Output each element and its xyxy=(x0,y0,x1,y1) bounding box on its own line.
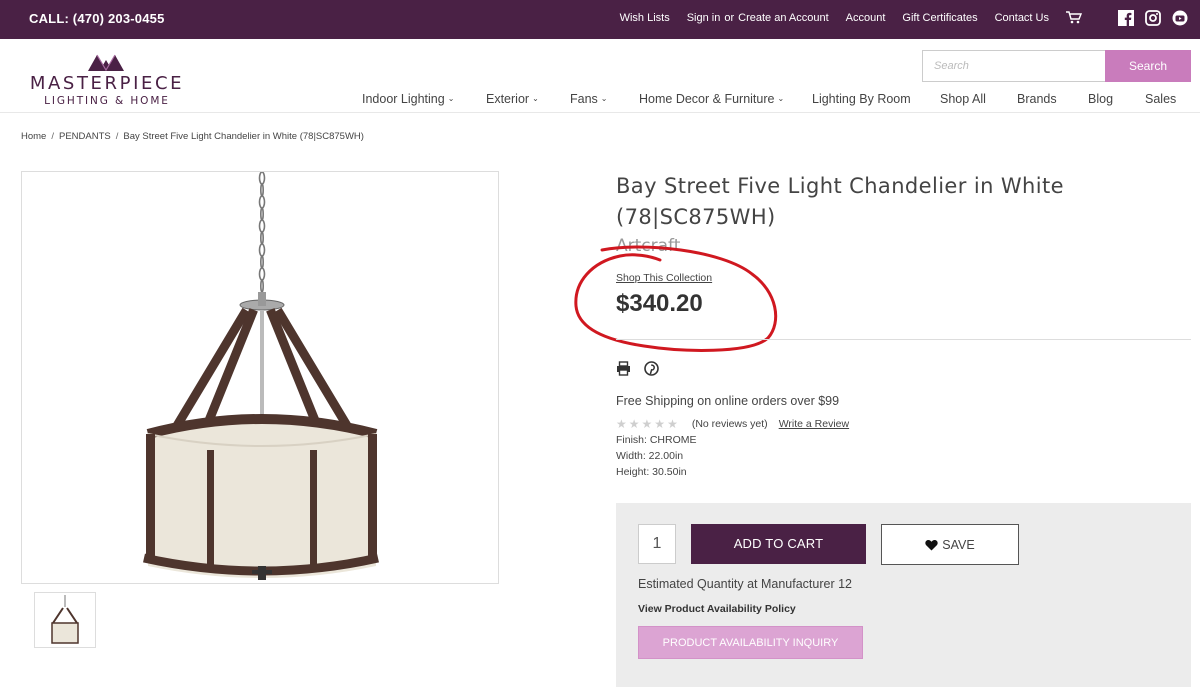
product-image[interactable] xyxy=(21,171,499,584)
review-count: (No reviews yet) xyxy=(691,418,768,430)
top-bar: CALL: (470) 203-0455 Wish Lists Sign in … xyxy=(0,0,1200,39)
breadcrumb-separator: / xyxy=(115,131,119,142)
breadcrumb-current: Bay Street Five Light Chandelier in Whit… xyxy=(123,131,364,142)
nav-label: Blog xyxy=(1088,92,1114,106)
nav-label: Home Decor & Furniture xyxy=(639,92,775,106)
nav-label: Fans xyxy=(570,92,598,106)
facebook-icon[interactable] xyxy=(1117,9,1134,26)
youtube-icon[interactable] xyxy=(1171,9,1188,26)
product-title: Bay Street Five Light Chandelier in Whit… xyxy=(616,171,1136,233)
nav-label: Lighting By Room xyxy=(812,92,911,106)
rating-row: ★ ★ ★ ★ ★ (No reviews yet) Write a Revie… xyxy=(616,418,849,430)
share-icons xyxy=(616,361,672,376)
shipping-info: Free Shipping on online orders over $99 xyxy=(616,394,840,408)
nav-label: Shop All xyxy=(940,92,986,106)
nav-fans[interactable]: Fans ⌄ xyxy=(570,92,608,106)
breadcrumb-category[interactable]: PENDANTS xyxy=(59,131,111,142)
spec-height: Height: 30.50in xyxy=(616,466,687,478)
main-nav: Indoor Lighting ⌄ Exterior ⌄ Fans ⌄ Home De… xyxy=(0,92,1200,108)
contact-us-link[interactable]: Contact Us xyxy=(995,12,1049,24)
top-links: Wish Lists Sign in or Create an Account … xyxy=(603,11,1082,24)
create-account-link[interactable]: Create an Account xyxy=(738,12,829,24)
chevron-down-icon: ⌄ xyxy=(532,94,539,103)
heart-icon xyxy=(925,539,938,550)
nav-home-decor[interactable]: Home Decor & Furniture ⌄ xyxy=(639,92,784,106)
wish-lists-link[interactable]: Wish Lists xyxy=(620,12,670,24)
header-divider xyxy=(0,112,1200,113)
nav-label: Brands xyxy=(1017,92,1057,106)
chevron-down-icon: ⌄ xyxy=(777,94,785,103)
cart-icon[interactable] xyxy=(1066,11,1082,24)
nav-brands[interactable]: Brands xyxy=(1017,92,1057,106)
pinterest-icon[interactable] xyxy=(644,361,659,376)
chevron-down-icon: ⌄ xyxy=(447,94,455,103)
star-icon: ★ xyxy=(667,417,678,431)
nav-shop-all[interactable]: Shop All xyxy=(940,92,986,106)
nav-indoor-lighting[interactable]: Indoor Lighting ⌄ xyxy=(362,92,454,106)
estimated-quantity: Estimated Quantity at Manufacturer 12 xyxy=(638,577,852,591)
availability-policy-link[interactable]: View Product Availability Policy xyxy=(638,603,796,615)
nav-label: Indoor Lighting xyxy=(362,92,445,106)
breadcrumb-separator: / xyxy=(51,131,54,142)
chevron-down-icon: ⌄ xyxy=(600,94,608,103)
spec-width: Width: 22.00in xyxy=(616,450,684,462)
chandelier-thumbnail-image xyxy=(51,595,79,644)
nav-sales[interactable]: Sales xyxy=(1145,92,1176,106)
nav-label: Exterior xyxy=(486,92,530,106)
product-price: $340.20 xyxy=(616,290,703,317)
spec-finish: Finish: CHROME xyxy=(616,434,697,446)
quantity-input[interactable]: 1 xyxy=(638,524,676,564)
save-button[interactable]: SAVE xyxy=(881,524,1019,565)
or-text: or xyxy=(724,11,735,24)
nav-blog[interactable]: Blog xyxy=(1088,92,1113,106)
product-brand[interactable]: Artcraft xyxy=(616,236,680,256)
phone-number[interactable]: CALL: (470) 203-0455 xyxy=(29,11,165,26)
print-icon[interactable] xyxy=(616,361,631,376)
star-icon: ★ xyxy=(654,417,666,431)
breadcrumb-home[interactable]: Home xyxy=(21,131,46,142)
logo-name: MASTERPIECE xyxy=(29,73,185,94)
product-title-line: Bay Street Five Light Chandelier in Whit… xyxy=(616,174,1064,198)
chandelier-image xyxy=(143,171,379,580)
shop-collection-link[interactable]: Shop This Collection xyxy=(616,272,712,284)
logo-mark-icon xyxy=(88,54,124,71)
star-icon: ★ xyxy=(628,417,640,431)
product-thumbnail[interactable] xyxy=(34,592,96,648)
write-review-link[interactable]: Write a Review xyxy=(779,418,849,430)
gift-certificates-link[interactable]: Gift Certificates xyxy=(902,12,977,24)
availability-inquiry-button[interactable]: PRODUCT AVAILABILITY INQUIRY xyxy=(638,626,863,659)
save-label: SAVE xyxy=(942,537,975,552)
star-icon: ★ xyxy=(616,417,627,431)
account-link[interactable]: Account xyxy=(846,12,886,24)
instagram-icon[interactable] xyxy=(1144,9,1161,26)
star-icon: ★ xyxy=(641,417,653,431)
breadcrumb: Home / PENDANTS / Bay Street Five Light Chan… xyxy=(21,131,364,142)
nav-lighting-by-room[interactable]: Lighting By Room xyxy=(812,92,911,106)
sign-in-link[interactable]: Sign in xyxy=(687,12,721,24)
search-input[interactable]: Search xyxy=(922,50,1106,82)
rating-stars: ★ ★ ★ ★ ★ xyxy=(616,418,680,430)
product-sku: (78|SC875WH) xyxy=(616,205,776,229)
price-divider xyxy=(616,339,1191,340)
social-links xyxy=(1107,9,1188,26)
nav-label: Sales xyxy=(1145,92,1177,106)
search-button[interactable]: Search xyxy=(1105,50,1191,82)
add-to-cart-button[interactable]: ADD TO CART xyxy=(691,524,866,564)
nav-exterior[interactable]: Exterior ⌄ xyxy=(486,92,539,106)
